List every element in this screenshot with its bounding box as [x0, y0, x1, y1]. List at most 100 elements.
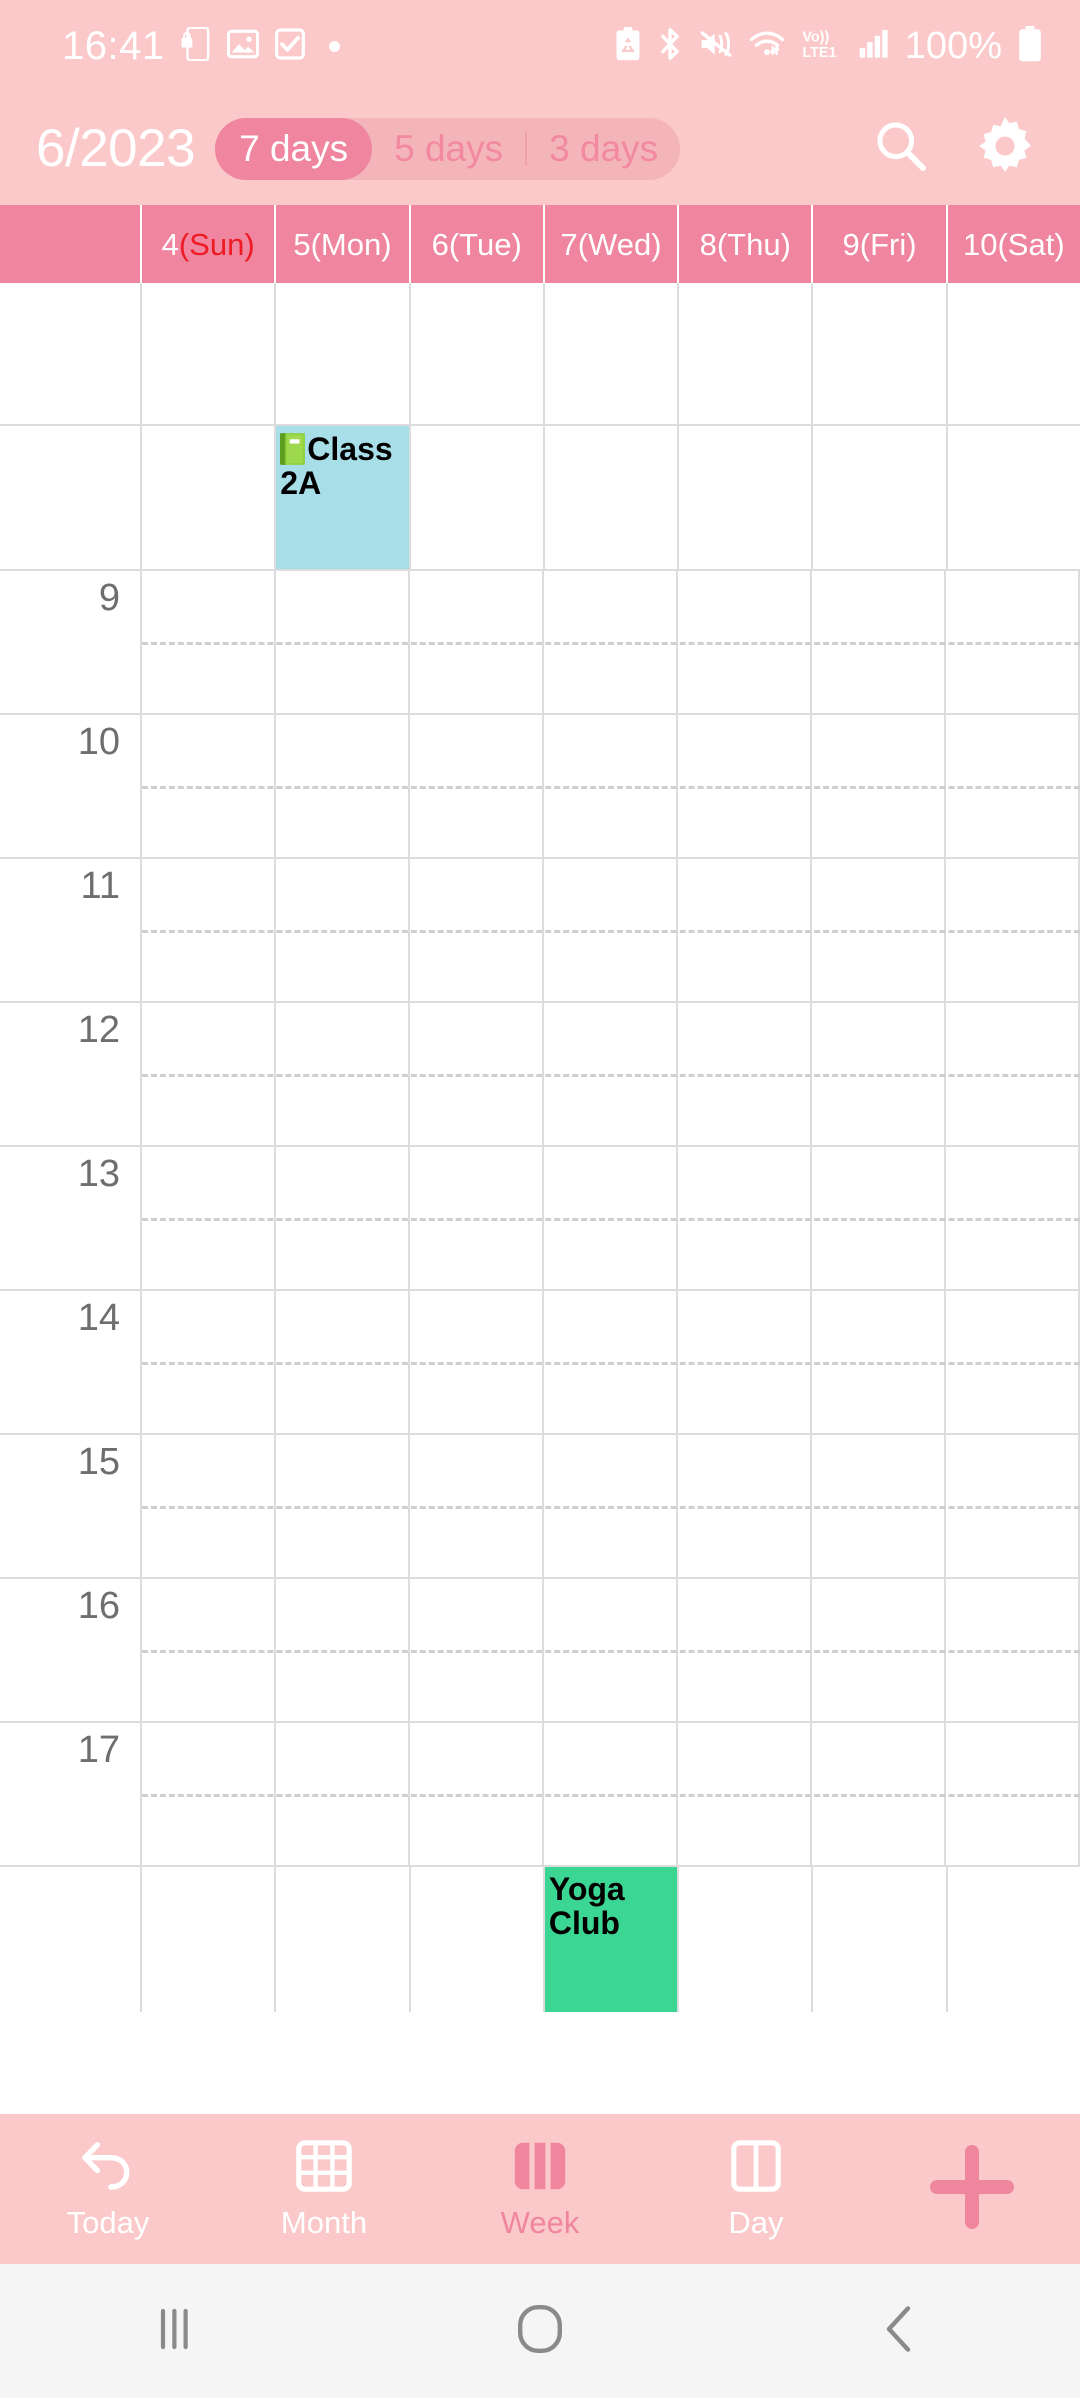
- grid-cell-sat-14[interactable]: [946, 1291, 1080, 1433]
- grid-cell-tue-10[interactable]: [410, 715, 544, 857]
- day-header-fri[interactable]: 9 (Fri): [813, 205, 948, 283]
- grid-cell-sun-12[interactable]: [142, 1003, 276, 1145]
- segment-3-days[interactable]: 3 days: [527, 118, 680, 180]
- grid-cell-mon-10[interactable]: [276, 715, 410, 857]
- day-header-wed[interactable]: 7 (Wed): [545, 205, 680, 283]
- settings-gear-icon[interactable]: [976, 117, 1034, 180]
- grid-cell-mon-9[interactable]: [276, 571, 410, 713]
- grid-cell-sat-13[interactable]: [946, 1147, 1080, 1289]
- grid-cell-thu-16[interactable]: [678, 1579, 812, 1721]
- grid-cell-sat-12[interactable]: [946, 1003, 1080, 1145]
- grid-cell-fri-14[interactable]: [812, 1291, 946, 1433]
- nav-item-month[interactable]: Month: [216, 2114, 432, 2264]
- grid-cell-thu-18[interactable]: [679, 1867, 814, 2012]
- grid-cell-thu-12[interactable]: [678, 1003, 812, 1145]
- add-event-button[interactable]: [864, 2114, 1080, 2264]
- grid-cell-mon-16[interactable]: [276, 1579, 410, 1721]
- grid-cell-mon-18[interactable]: [276, 1867, 411, 2012]
- grid-cell-tue-11[interactable]: [410, 859, 544, 1001]
- grid-cell-tue-early[interactable]: [411, 426, 545, 569]
- grid-cell-wed-10[interactable]: [544, 715, 678, 857]
- day-header-tue[interactable]: 6 (Tue): [411, 205, 545, 283]
- grid-cell-wed-16[interactable]: [544, 1579, 678, 1721]
- grid-cell-thu-11[interactable]: [678, 859, 812, 1001]
- grid-cell-wed-15[interactable]: [544, 1435, 678, 1577]
- day-header-sat[interactable]: 10 (Sat): [948, 205, 1080, 283]
- grid-cell-tue-12[interactable]: [410, 1003, 544, 1145]
- grid-cell-fri-12[interactable]: [812, 1003, 946, 1145]
- grid-cell-sun-16[interactable]: [142, 1579, 276, 1721]
- segment-5-days[interactable]: 5 days: [372, 118, 525, 180]
- grid-cell-mon-early[interactable]: Class 2A: [276, 426, 411, 569]
- grid-cell-fri-early[interactable]: [813, 426, 948, 569]
- grid-cell-wed-14[interactable]: [544, 1291, 678, 1433]
- back-button[interactable]: [800, 2264, 1000, 2398]
- grid-cell-sat-16[interactable]: [946, 1579, 1080, 1721]
- grid-cell-sat-18[interactable]: [948, 1867, 1080, 2012]
- grid-cell-mon-15[interactable]: [276, 1435, 410, 1577]
- grid-cell-fri-11[interactable]: [812, 859, 946, 1001]
- grid-cell-tue-17[interactable]: [410, 1723, 544, 1865]
- grid-cell-mon-11[interactable]: [276, 859, 410, 1001]
- grid-cell-sun-14[interactable]: [142, 1291, 276, 1433]
- grid-cell-wed-12[interactable]: [544, 1003, 678, 1145]
- grid-cell-tue-18[interactable]: [411, 1867, 545, 2012]
- grid-cell-wed-17[interactable]: [544, 1723, 678, 1865]
- grid-cell-thu-14[interactable]: [678, 1291, 812, 1433]
- calendar-grid[interactable]: Class 2A 9 10 11 12 13 14 15 16 17 Yoga …: [0, 283, 1080, 2114]
- grid-cell-sun-15[interactable]: [142, 1435, 276, 1577]
- all-day-cell-sat[interactable]: [948, 283, 1080, 424]
- day-header-sun[interactable]: 4 (Sun): [142, 205, 277, 283]
- grid-cell-wed-early[interactable]: [545, 426, 680, 569]
- grid-cell-fri-9[interactable]: [812, 571, 946, 713]
- grid-cell-sat-11[interactable]: [946, 859, 1080, 1001]
- grid-cell-fri-16[interactable]: [812, 1579, 946, 1721]
- all-day-cell-wed[interactable]: [545, 283, 680, 424]
- grid-cell-tue-14[interactable]: [410, 1291, 544, 1433]
- grid-cell-sun-early[interactable]: [142, 426, 277, 569]
- nav-item-day[interactable]: Day: [648, 2114, 864, 2264]
- grid-cell-wed-9[interactable]: [544, 571, 678, 713]
- grid-cell-thu-9[interactable]: [678, 571, 812, 713]
- grid-cell-tue-13[interactable]: [410, 1147, 544, 1289]
- grid-cell-sun-18[interactable]: [142, 1867, 277, 2012]
- grid-cell-thu-13[interactable]: [678, 1147, 812, 1289]
- home-button[interactable]: [440, 2264, 640, 2398]
- event-yoga-club[interactable]: Yoga Club: [544, 1867, 678, 2012]
- grid-cell-wed-18[interactable]: Yoga Club: [544, 1867, 680, 2012]
- grid-cell-fri-17[interactable]: [812, 1723, 946, 1865]
- grid-cell-thu-early[interactable]: [679, 426, 814, 569]
- grid-cell-fri-10[interactable]: [812, 715, 946, 857]
- nav-item-week[interactable]: Week: [432, 2114, 648, 2264]
- grid-cell-sat-17[interactable]: [946, 1723, 1080, 1865]
- grid-cell-fri-18[interactable]: [813, 1867, 948, 2012]
- grid-cell-sun-17[interactable]: [142, 1723, 276, 1865]
- day-header-thu[interactable]: 8 (Thu): [679, 205, 814, 283]
- all-day-cell-tue[interactable]: [411, 283, 545, 424]
- grid-cell-sun-11[interactable]: [142, 859, 276, 1001]
- grid-cell-tue-9[interactable]: [410, 571, 544, 713]
- grid-cell-fri-15[interactable]: [812, 1435, 946, 1577]
- grid-cell-sat-9[interactable]: [946, 571, 1080, 713]
- nav-item-today[interactable]: Today: [0, 2114, 216, 2264]
- grid-cell-wed-13[interactable]: [544, 1147, 678, 1289]
- segment-7-days[interactable]: 7 days: [215, 117, 373, 180]
- grid-cell-sat-15[interactable]: [946, 1435, 1080, 1577]
- grid-cell-tue-15[interactable]: [410, 1435, 544, 1577]
- all-day-cell-sun[interactable]: [142, 283, 277, 424]
- grid-cell-wed-11[interactable]: [544, 859, 678, 1001]
- grid-cell-thu-15[interactable]: [678, 1435, 812, 1577]
- grid-cell-sun-10[interactable]: [142, 715, 276, 857]
- grid-cell-mon-17[interactable]: [276, 1723, 410, 1865]
- grid-cell-mon-14[interactable]: [276, 1291, 410, 1433]
- grid-cell-sat-early[interactable]: [948, 426, 1080, 569]
- grid-cell-mon-13[interactable]: [276, 1147, 410, 1289]
- all-day-cell-mon[interactable]: [276, 283, 411, 424]
- event-class-2a[interactable]: Class 2A: [276, 426, 409, 569]
- grid-cell-sun-9[interactable]: [142, 571, 276, 713]
- recents-button[interactable]: [80, 2264, 280, 2398]
- search-icon[interactable]: [872, 117, 930, 180]
- day-header-mon[interactable]: 5 (Mon): [276, 205, 411, 283]
- all-day-cell-thu[interactable]: [679, 283, 814, 424]
- grid-cell-fri-13[interactable]: [812, 1147, 946, 1289]
